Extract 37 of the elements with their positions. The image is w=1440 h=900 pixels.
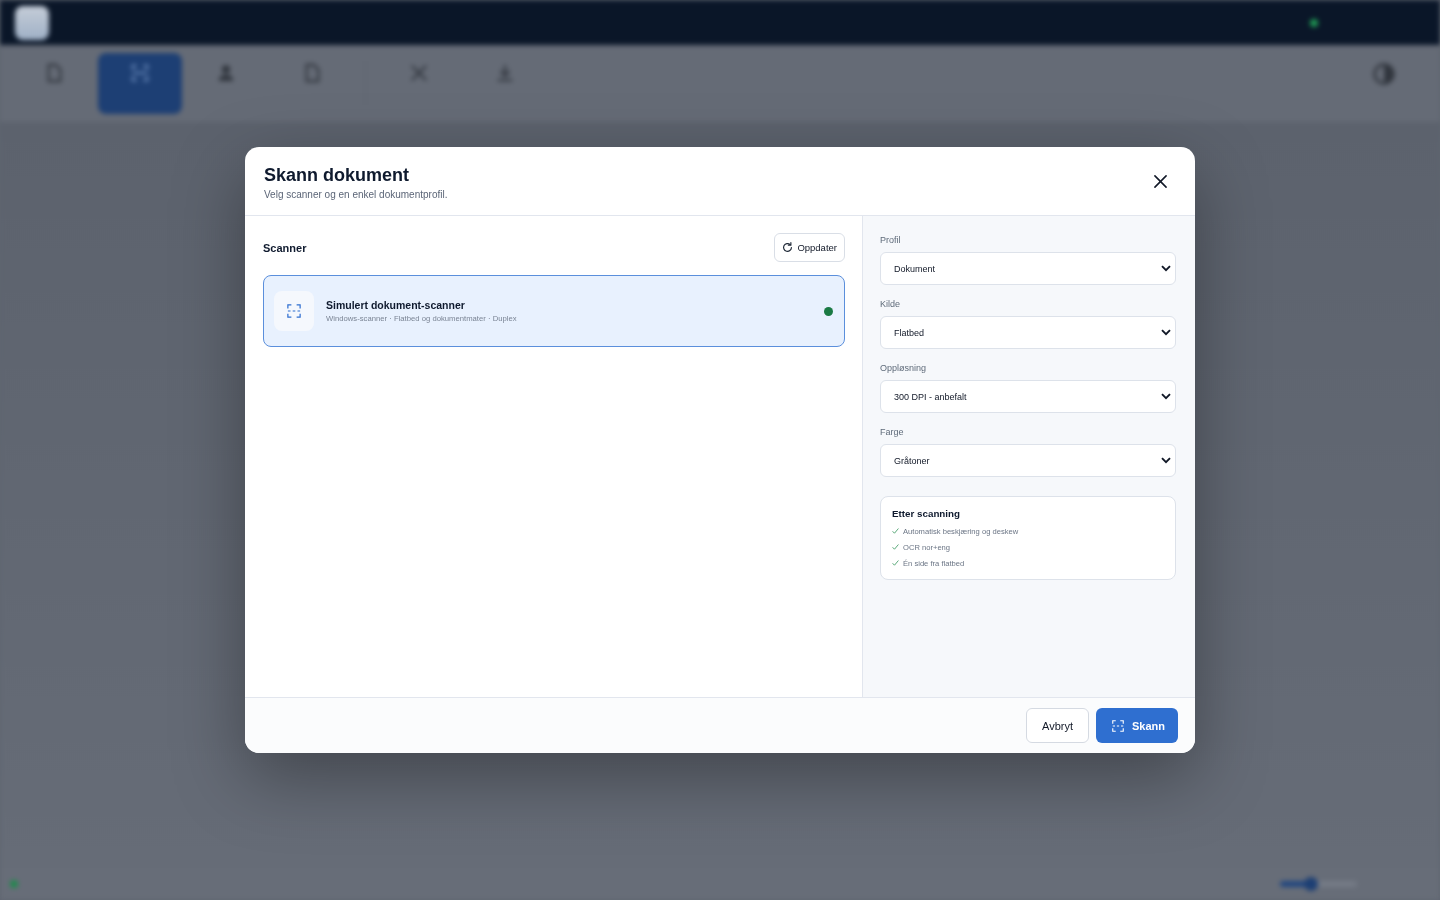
toolbar-button[interactable] bbox=[98, 53, 182, 114]
chevron-down-icon bbox=[1161, 393, 1171, 400]
status-dot-icon bbox=[10, 880, 18, 888]
cancel-button[interactable]: Avbryt bbox=[1026, 708, 1089, 743]
close-icon bbox=[1153, 174, 1167, 188]
dialog-title: Skann dokument bbox=[264, 164, 411, 186]
cross-icon bbox=[410, 63, 428, 83]
chevron-down-icon bbox=[1161, 329, 1171, 336]
field-label: Kilde bbox=[880, 298, 900, 310]
info-card-title: Etter scanning bbox=[892, 508, 961, 520]
refresh-icon bbox=[782, 242, 794, 253]
scan-icon bbox=[1112, 719, 1124, 732]
scanner-name: Simulert dokument-scanner bbox=[326, 297, 466, 312]
user-icon bbox=[217, 63, 235, 83]
chevron-down-icon bbox=[1161, 265, 1171, 272]
app-logo-icon bbox=[15, 5, 49, 40]
download-icon bbox=[496, 63, 514, 83]
zoom-slider-thumb[interactable] bbox=[1303, 877, 1318, 891]
select-field[interactable]: Dokument bbox=[880, 252, 1176, 285]
select-field[interactable]: Gråtoner bbox=[880, 444, 1176, 477]
select-field[interactable]: 300 DPI - anbefalt bbox=[880, 380, 1176, 413]
field-label: Profil bbox=[880, 234, 901, 246]
chevron-down-icon bbox=[1161, 457, 1171, 464]
field-label: Oppløsning bbox=[880, 362, 927, 374]
check-icon bbox=[892, 544, 899, 550]
select-field[interactable]: Flatbed bbox=[880, 316, 1176, 349]
scan-button[interactable]: Skann bbox=[1096, 708, 1178, 743]
check-icon bbox=[892, 528, 899, 534]
scan-icon bbox=[131, 63, 149, 83]
dialog-subtitle: Velg scanner og en enkel dokumentprofil. bbox=[264, 188, 449, 202]
contrast-icon bbox=[1373, 63, 1395, 85]
status-dot-icon bbox=[1310, 18, 1318, 27]
refresh-button[interactable]: Oppdater bbox=[774, 233, 845, 262]
check-icon bbox=[892, 560, 899, 566]
scanner-icon bbox=[274, 291, 314, 331]
field-label: Farge bbox=[880, 426, 904, 438]
section-heading: Scanner bbox=[263, 241, 307, 254]
